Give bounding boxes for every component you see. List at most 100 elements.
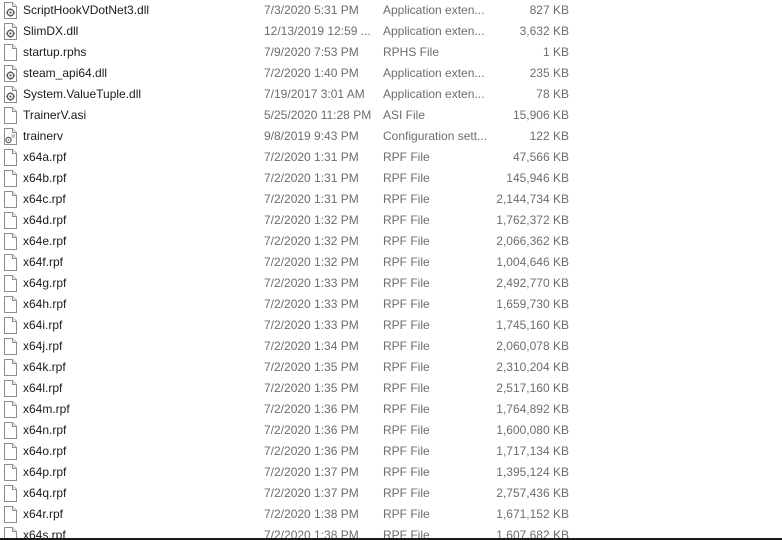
- file-size: 1,671,152 KB: [496, 507, 569, 521]
- blank-file-icon: [4, 149, 17, 166]
- file-name: ScriptHookVDotNet3.dll: [23, 3, 150, 17]
- file-date-modified: 7/2/2020 1:31 PM: [264, 192, 359, 206]
- file-type: RPF File: [383, 213, 430, 227]
- file-type: RPF File: [383, 192, 430, 206]
- file-row[interactable]: x64a.rpf 7/2/2020 1:31 PM RPF File 47,566 K…: [0, 147, 782, 168]
- file-date-modified: 7/2/2020 1:33 PM: [264, 297, 359, 311]
- file-row[interactable]: SlimDX.dll 12/13/2019 12:59 ... Applicatio…: [0, 21, 782, 42]
- file-name: x64f.rpf: [23, 255, 64, 269]
- file-row[interactable]: x64j.rpf 7/2/2020 1:34 PM RPF File 2,060,07…: [0, 336, 782, 357]
- file-name: x64l.rpf: [23, 381, 63, 395]
- file-size: 3,632 KB: [519, 24, 569, 38]
- file-row[interactable]: x64b.rpf 7/2/2020 1:31 PM RPF File 145,946 …: [0, 168, 782, 189]
- file-name: x64n.rpf: [23, 423, 67, 437]
- file-row[interactable]: x64r.rpf 7/2/2020 1:38 PM RPF File 1,671,15…: [0, 504, 782, 525]
- blank-file-icon: [4, 485, 17, 502]
- file-name: TrainerV.asi: [23, 108, 87, 122]
- file-date-modified: 5/25/2020 11:28 PM: [264, 108, 372, 122]
- file-row[interactable]: x64o.rpf 7/2/2020 1:36 PM RPF File 1,717,13…: [0, 441, 782, 462]
- file-row[interactable]: x64g.rpf 7/2/2020 1:33 PM RPF File 2,492,77…: [0, 273, 782, 294]
- file-row[interactable]: x64m.rpf 7/2/2020 1:36 PM RPF File 1,764,89…: [0, 399, 782, 420]
- file-type: RPF File: [383, 507, 430, 521]
- file-row[interactable]: x64p.rpf 7/2/2020 1:37 PM RPF File 1,395,12…: [0, 462, 782, 483]
- file-row[interactable]: ScriptHookVDotNet3.dll 7/3/2020 5:31 PM Ap…: [0, 0, 782, 21]
- file-size: 1,004,646 KB: [496, 255, 569, 269]
- file-date-modified: 7/2/2020 1:36 PM: [264, 444, 359, 458]
- file-type: RPF File: [383, 297, 430, 311]
- file-size: 1,717,134 KB: [496, 444, 569, 458]
- file-date-modified: 7/2/2020 1:31 PM: [264, 171, 359, 185]
- file-size: 2,066,362 KB: [496, 234, 569, 248]
- file-row[interactable]: x64d.rpf 7/2/2020 1:32 PM RPF File 1,762,37…: [0, 210, 782, 231]
- file-date-modified: 7/3/2020 5:31 PM: [264, 3, 359, 17]
- file-size: 47,566 KB: [512, 150, 569, 164]
- file-type: RPF File: [383, 171, 430, 185]
- blank-file-icon: [4, 380, 17, 397]
- file-row[interactable]: steam_api64.dll 7/2/2020 1:40 PM Applicati…: [0, 63, 782, 84]
- blank-file-icon: [4, 338, 17, 355]
- file-row[interactable]: x64k.rpf 7/2/2020 1:35 PM RPF File 2,310,20…: [0, 357, 782, 378]
- config-file-icon: [4, 128, 17, 145]
- file-name: trainerv: [23, 129, 64, 143]
- file-row[interactable]: System.ValueTuple.dll 7/19/2017 3:01 AM Ap…: [0, 84, 782, 105]
- file-row[interactable]: x64h.rpf 7/2/2020 1:33 PM RPF File 1,659,73…: [0, 294, 782, 315]
- blank-file-icon: [4, 317, 17, 334]
- file-row[interactable]: x64l.rpf 7/2/2020 1:35 PM RPF File 2,517,16…: [0, 378, 782, 399]
- file-date-modified: 7/2/2020 1:37 PM: [264, 465, 359, 479]
- file-row[interactable]: TrainerV.asi 5/25/2020 11:28 PM ASI File 15…: [0, 105, 782, 126]
- file-name: startup.rphs: [23, 45, 87, 59]
- file-name: x64q.rpf: [23, 486, 67, 500]
- file-row[interactable]: x64f.rpf 7/2/2020 1:32 PM RPF File 1,004,64…: [0, 252, 782, 273]
- file-date-modified: 7/2/2020 1:36 PM: [264, 423, 359, 437]
- blank-file-icon: [4, 275, 17, 292]
- file-row[interactable]: x64i.rpf 7/2/2020 1:33 PM RPF File 1,745,16…: [0, 315, 782, 336]
- file-date-modified: 7/2/2020 1:34 PM: [264, 339, 359, 353]
- file-name: x64p.rpf: [23, 465, 67, 479]
- file-name: x64d.rpf: [23, 213, 67, 227]
- file-name: x64b.rpf: [23, 171, 67, 185]
- blank-file-icon: [4, 44, 17, 61]
- file-type: RPHS File: [383, 45, 440, 59]
- file-name: x64r.rpf: [23, 507, 64, 521]
- file-type: Application exten...: [383, 24, 485, 38]
- file-row[interactable]: x64q.rpf 7/2/2020 1:37 PM RPF File 2,757,43…: [0, 483, 782, 504]
- blank-file-icon: [4, 233, 17, 250]
- file-type: RPF File: [383, 150, 430, 164]
- blank-file-icon: [4, 359, 17, 376]
- blank-file-icon: [4, 212, 17, 229]
- file-type: RPF File: [383, 486, 430, 500]
- file-size: 2,310,204 KB: [496, 360, 569, 374]
- file-type: Configuration sett...: [383, 129, 488, 143]
- file-size: 1,395,124 KB: [496, 465, 569, 479]
- file-date-modified: 7/2/2020 1:33 PM: [264, 276, 359, 290]
- file-name: x64a.rpf: [23, 150, 67, 164]
- blank-file-icon: [4, 443, 17, 460]
- file-name: x64i.rpf: [23, 318, 63, 332]
- file-row[interactable]: x64c.rpf 7/2/2020 1:31 PM RPF File 2,144,73…: [0, 189, 782, 210]
- blank-file-icon: [4, 191, 17, 208]
- blank-file-icon: [4, 464, 17, 481]
- file-size: 1,764,892 KB: [496, 402, 569, 416]
- file-date-modified: 7/2/2020 1:37 PM: [264, 486, 359, 500]
- file-row[interactable]: startup.rphs 7/9/2020 7:53 PM RPHS File 1 K…: [0, 42, 782, 63]
- file-name: x64c.rpf: [23, 192, 66, 206]
- file-row[interactable]: trainerv 9/8/2019 9:43 PM Configuration se…: [0, 126, 782, 147]
- file-size: 235 KB: [529, 66, 569, 80]
- file-type: RPF File: [383, 360, 430, 374]
- file-name: SlimDX.dll: [23, 24, 79, 38]
- file-size: 2,517,160 KB: [496, 381, 569, 395]
- file-size: 2,144,734 KB: [496, 192, 569, 206]
- file-row[interactable]: x64e.rpf 7/2/2020 1:32 PM RPF File 2,066,36…: [0, 231, 782, 252]
- file-row[interactable]: x64n.rpf 7/2/2020 1:36 PM RPF File 1,600,08…: [0, 420, 782, 441]
- file-size: 78 KB: [536, 87, 569, 101]
- file-size: 827 KB: [529, 3, 569, 17]
- file-size: 145,946 KB: [506, 171, 569, 185]
- file-date-modified: 12/13/2019 12:59 ...: [264, 24, 371, 38]
- file-type: RPF File: [383, 402, 430, 416]
- file-size: 1 KB: [542, 45, 569, 59]
- blank-file-icon: [4, 170, 17, 187]
- file-size: 2,757,436 KB: [496, 486, 569, 500]
- file-type: Application exten...: [383, 66, 485, 80]
- file-type: RPF File: [383, 381, 430, 395]
- file-type: RPF File: [383, 318, 430, 332]
